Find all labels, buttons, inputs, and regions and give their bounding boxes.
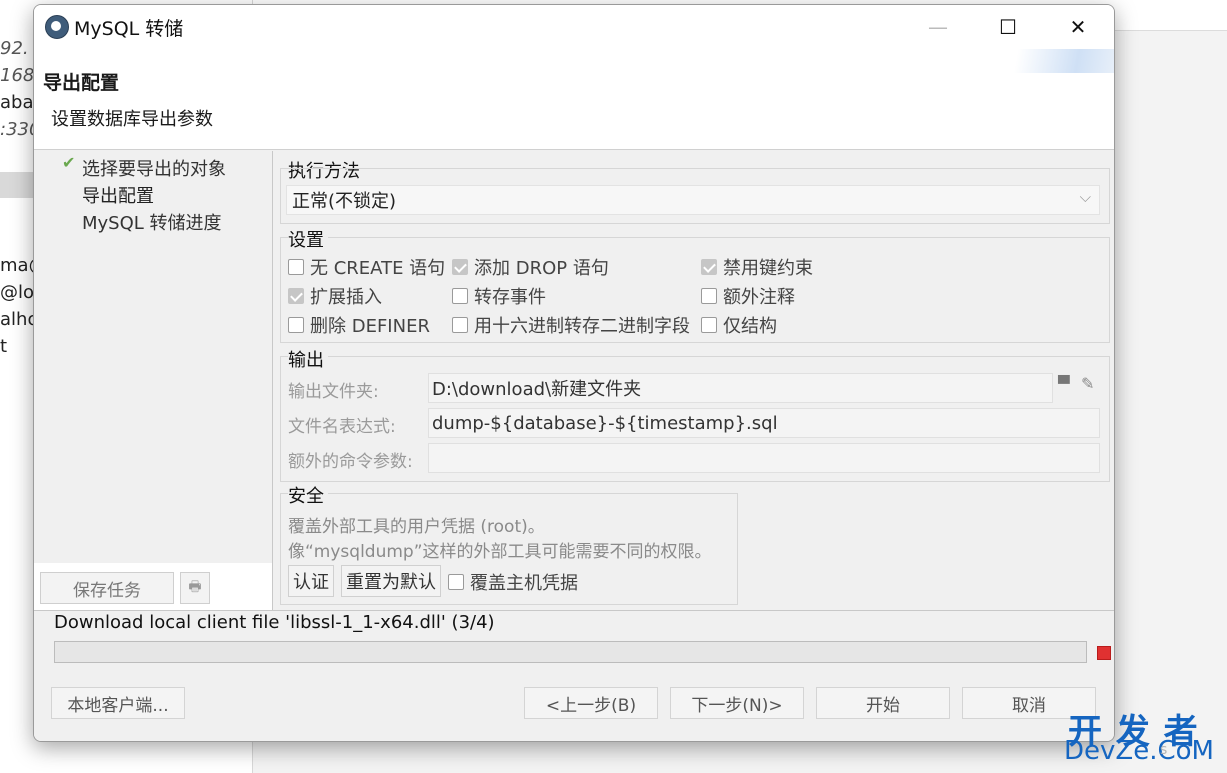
print-icon: 🖶 bbox=[188, 579, 202, 595]
checkbox-label: 用十六进制转存二进制字段 bbox=[474, 316, 690, 337]
output-folder-input[interactable]: D:\download\新建文件夹 bbox=[428, 373, 1053, 403]
next-button[interactable]: 下一步(N)> bbox=[670, 687, 804, 719]
maximize-button[interactable]: ☐ bbox=[973, 5, 1043, 49]
checkbox-label: 额外注释 bbox=[723, 287, 795, 308]
checkbox-no-create[interactable]: 无 CREATE 语句 bbox=[288, 254, 445, 280]
reset-default-button[interactable]: 重置为默认 bbox=[341, 565, 441, 597]
watermark-domain: DevZe.CoM bbox=[1064, 736, 1214, 766]
checkbox-label: 禁用键约束 bbox=[723, 258, 813, 279]
step-select-objects[interactable]: 选择要导出的对象 bbox=[82, 155, 226, 181]
settings-title: 设置 bbox=[288, 226, 328, 252]
progress-status-text: Download local client file 'libssl-1_1-x… bbox=[54, 612, 495, 633]
filename-expression-label: 文件名表达式: bbox=[288, 417, 396, 437]
page-subtitle: 设置数据库导出参数 bbox=[51, 109, 213, 130]
output-folder-label: 输出文件夹: bbox=[288, 382, 379, 402]
step-dump-progress[interactable]: MySQL 转储进度 bbox=[82, 209, 222, 235]
close-button[interactable]: ✕ bbox=[1043, 5, 1113, 49]
checkbox-hex-blob[interactable]: 用十六进制转存二进制字段 bbox=[452, 312, 690, 338]
check-icon: ✔ bbox=[62, 153, 76, 172]
checkbox-box[interactable] bbox=[452, 317, 468, 333]
minimize-button[interactable]: — bbox=[903, 5, 973, 49]
checkbox-box[interactable] bbox=[452, 288, 468, 304]
start-button[interactable]: 开始 bbox=[816, 687, 950, 719]
maximize-icon: ☐ bbox=[999, 15, 1017, 39]
background-text: 92. bbox=[0, 38, 29, 59]
background-text: t bbox=[0, 336, 8, 357]
panel-divider bbox=[272, 151, 273, 613]
output-title: 输出 bbox=[288, 346, 328, 372]
steps-panel: ✔ 选择要导出的对象 导出配置 MySQL 转储进度 bbox=[34, 151, 272, 563]
header-decoration bbox=[964, 49, 1114, 73]
checkbox-label: 仅结构 bbox=[723, 316, 777, 337]
local-client-button[interactable]: 本地客户端... bbox=[51, 687, 185, 719]
checkbox-remove-definer[interactable]: 删除 DEFINER bbox=[288, 312, 430, 338]
dolphin-app-icon bbox=[45, 15, 69, 39]
checkbox-label: 转存事件 bbox=[474, 287, 546, 308]
checkbox-label: 覆盖主机凭据 bbox=[470, 573, 578, 594]
checkbox-box[interactable] bbox=[701, 317, 717, 333]
minimize-icon: — bbox=[928, 15, 948, 39]
checkbox-structure-only[interactable]: 仅结构 bbox=[701, 312, 777, 338]
checkbox-box[interactable] bbox=[288, 317, 304, 333]
close-icon: ✕ bbox=[1069, 15, 1087, 39]
page-header: 导出配置 设置数据库导出参数 bbox=[34, 49, 1114, 150]
checkbox-add-drop[interactable]: 添加 DROP 语句 bbox=[452, 254, 609, 280]
checkbox-box[interactable] bbox=[288, 259, 304, 275]
previous-button[interactable]: <上一步(B) bbox=[524, 687, 658, 719]
security-description-1: 覆盖外部工具的用户凭据 (root)。 bbox=[288, 517, 545, 537]
page-title: 导出配置 bbox=[43, 72, 120, 94]
checkbox-box[interactable] bbox=[701, 288, 717, 304]
checkbox-disable-keys[interactable]: 禁用键约束 bbox=[701, 254, 813, 280]
extra-args-input[interactable] bbox=[428, 443, 1100, 473]
print-button[interactable]: 🖶 bbox=[180, 572, 210, 604]
filename-expression-input[interactable]: dump-${database}-${timestamp}.sql bbox=[428, 408, 1100, 438]
chevron-down-icon: ⌵ bbox=[1079, 188, 1091, 206]
execution-method-value: 正常(不锁定) bbox=[292, 191, 397, 212]
checkbox-box-checked[interactable] bbox=[288, 288, 304, 304]
checkbox-label: 无 CREATE 语句 bbox=[310, 258, 446, 279]
ghost-text: s bbox=[1160, 742, 1168, 758]
progress-bar bbox=[54, 641, 1087, 663]
folder-icon[interactable]: ▀ bbox=[1058, 375, 1070, 393]
checkbox-dump-events[interactable]: 转存事件 bbox=[452, 283, 546, 309]
step-export-config[interactable]: 导出配置 bbox=[82, 182, 154, 208]
security-description-2: 像“mysqldump”这样的外部工具可能需要不同的权限。 bbox=[288, 542, 712, 562]
auth-button[interactable]: 认证 bbox=[288, 565, 334, 597]
checkbox-override-host-credentials[interactable]: 覆盖主机凭据 bbox=[448, 569, 578, 595]
stop-icon[interactable] bbox=[1097, 646, 1111, 660]
checkbox-extra-comments[interactable]: 额外注释 bbox=[701, 283, 795, 309]
checkbox-label: 扩展插入 bbox=[310, 287, 382, 308]
save-task-button[interactable]: 保存任务 bbox=[40, 572, 174, 604]
checkbox-box-checked[interactable] bbox=[452, 259, 468, 275]
execution-method-select[interactable]: 正常(不锁定) ⌵ bbox=[286, 185, 1100, 215]
checkbox-extended-insert[interactable]: 扩展插入 bbox=[288, 283, 382, 309]
title-bar[interactable]: MySQL 转储 — ☐ ✕ bbox=[34, 5, 1114, 49]
pencil-icon[interactable]: ✎ bbox=[1081, 374, 1094, 393]
window-title: MySQL 转储 bbox=[74, 18, 184, 40]
extra-args-label: 额外的命令参数: bbox=[288, 452, 413, 472]
mysql-dump-dialog: MySQL 转储 — ☐ ✕ 导出配置 设置数据库导出参数 ✔ 选择要导出的对象… bbox=[33, 4, 1115, 742]
checkbox-box[interactable] bbox=[448, 574, 464, 590]
security-title: 安全 bbox=[288, 482, 328, 508]
checkbox-box-checked[interactable] bbox=[701, 259, 717, 275]
checkbox-label: 删除 DEFINER bbox=[310, 316, 430, 337]
checkbox-label: 添加 DROP 语句 bbox=[474, 258, 609, 279]
